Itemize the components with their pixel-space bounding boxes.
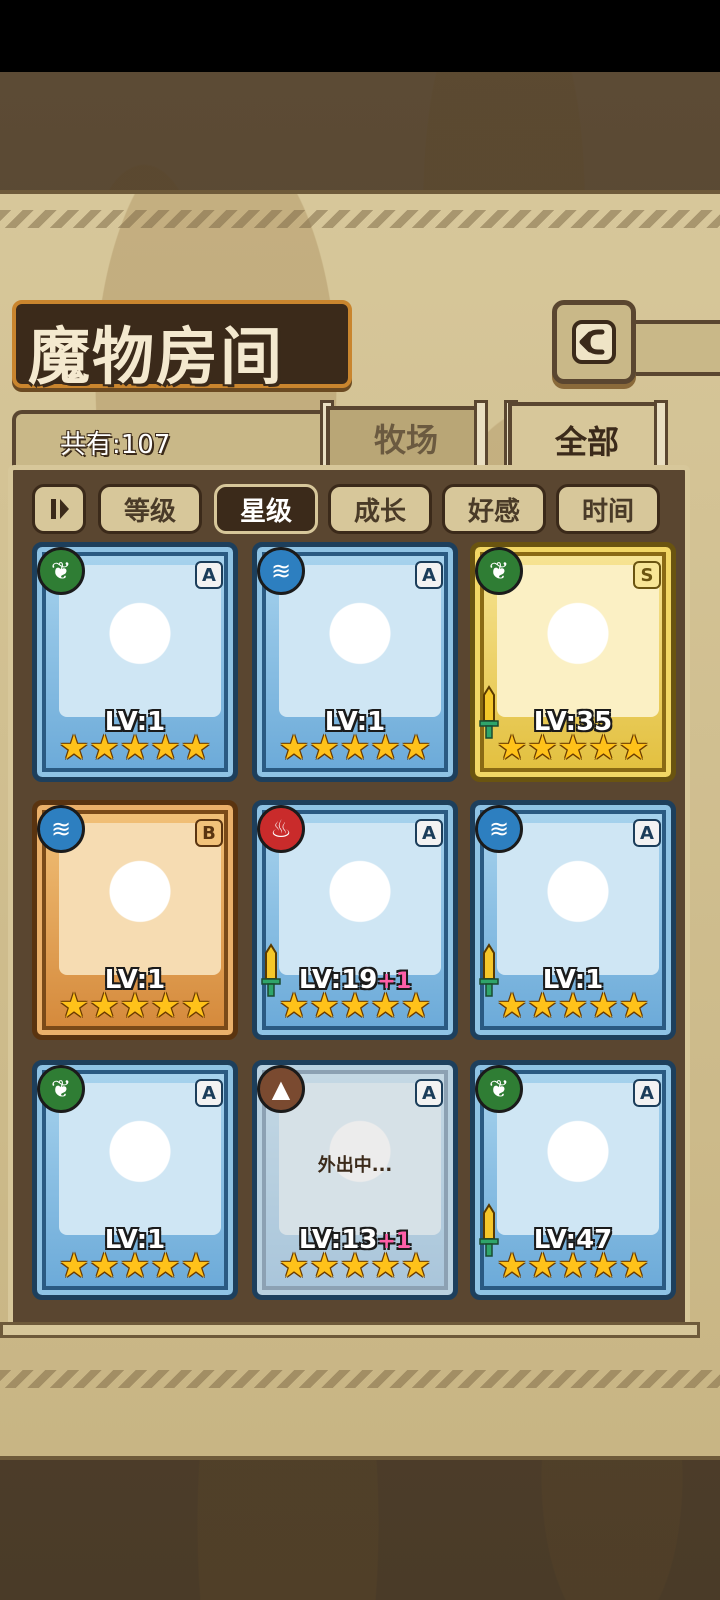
monster-count: 共有:107 bbox=[60, 430, 171, 460]
monster-card[interactable]: ❦ S LV:35 ★★★★★ bbox=[470, 542, 676, 782]
star-rating: ★★★★★ bbox=[58, 728, 212, 768]
monster-card[interactable]: ≋ A LV:1 ★★★★★ bbox=[252, 542, 458, 782]
page-title: 魔物房间 bbox=[28, 320, 285, 393]
status-bar bbox=[0, 0, 720, 72]
star-rating: ★★★★★ bbox=[278, 1246, 432, 1286]
star-rating: ★★★★★ bbox=[496, 1246, 650, 1286]
monster-card[interactable]: ≋ B LV:1 ★★★★★ bbox=[32, 800, 238, 1040]
back-arrow-icon bbox=[572, 320, 616, 364]
tab-all[interactable]: 全部 bbox=[508, 402, 666, 474]
star-rating: ★★★★★ bbox=[58, 986, 212, 1026]
tab-pasture[interactable]: 牧场 bbox=[326, 406, 486, 466]
rank-badge: S bbox=[633, 561, 661, 589]
monster-card[interactable]: ≋ A LV:1 ★★★★★ bbox=[470, 800, 676, 1040]
rank-badge: A bbox=[415, 819, 443, 847]
rank-badge: B bbox=[195, 819, 223, 847]
panel-edge bbox=[0, 1322, 700, 1338]
star-rating: ★★★★★ bbox=[278, 728, 432, 768]
back-rail bbox=[632, 320, 720, 376]
star-rating: ★★★★★ bbox=[496, 986, 650, 1026]
rank-badge: A bbox=[415, 561, 443, 589]
monster-card[interactable]: 外出中... ▲ A LV:13+1 ★★★★★ bbox=[252, 1060, 458, 1300]
rank-badge: A bbox=[633, 1079, 661, 1107]
leaf-icon: ❦ bbox=[475, 547, 523, 595]
away-status: 外出中... bbox=[317, 1155, 393, 1176]
rank-badge: A bbox=[195, 561, 223, 589]
water-wave-icon: ≋ bbox=[37, 805, 85, 853]
flame-icon: ♨ bbox=[257, 805, 305, 853]
leaf-icon: ❦ bbox=[37, 547, 85, 595]
sort-order-icon bbox=[51, 499, 69, 519]
rank-badge: A bbox=[633, 819, 661, 847]
zigzag-border-bottom bbox=[0, 1370, 720, 1388]
rank-badge: A bbox=[415, 1079, 443, 1107]
sort-growth-button[interactable]: 成长 bbox=[328, 484, 432, 534]
star-rating: ★★★★★ bbox=[278, 986, 432, 1026]
monster-card[interactable]: ♨ A LV:19+1 ★★★★★ bbox=[252, 800, 458, 1040]
leaf-icon: ❦ bbox=[475, 1065, 523, 1113]
water-wave-icon: ≋ bbox=[475, 805, 523, 853]
monster-card[interactable]: ❦ A LV:1 ★★★★★ bbox=[32, 542, 238, 782]
water-wave-icon: ≋ bbox=[257, 547, 305, 595]
sort-affinity-button[interactable]: 好感 bbox=[442, 484, 546, 534]
mountain-icon: ▲ bbox=[257, 1065, 305, 1113]
monster-card[interactable]: ❦ A LV:1 ★★★★★ bbox=[32, 1060, 238, 1300]
leaf-icon: ❦ bbox=[37, 1065, 85, 1113]
sort-order-toggle[interactable] bbox=[32, 484, 86, 534]
monster-card[interactable]: ❦ A LV:47 ★★★★★ bbox=[470, 1060, 676, 1300]
star-rating: ★★★★★ bbox=[58, 1246, 212, 1286]
zigzag-border-top bbox=[0, 210, 720, 228]
star-rating: ★★★★★ bbox=[496, 728, 650, 768]
back-button[interactable] bbox=[552, 300, 636, 384]
sort-time-button[interactable]: 时间 bbox=[556, 484, 660, 534]
sort-level-button[interactable]: 等级 bbox=[98, 484, 202, 534]
sort-star-button[interactable]: 星级 bbox=[214, 484, 318, 534]
rank-badge: A bbox=[195, 1079, 223, 1107]
